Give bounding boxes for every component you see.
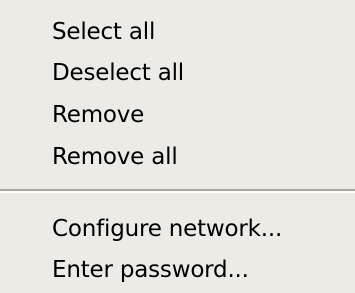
menu-item-select-all[interactable]: Select all	[0, 12, 355, 52]
menu-item-remove[interactable]: Remove	[0, 95, 355, 135]
menu-item-remove-all[interactable]: Remove all	[0, 137, 355, 177]
context-menu: Select all Deselect all Remove Remove al…	[0, 0, 355, 293]
menu-item-configure-network[interactable]: Configure network...	[0, 209, 355, 249]
menu-item-label: Remove all	[52, 144, 178, 170]
menu-item-label: Remove	[52, 102, 145, 128]
menu-item-label: Select all	[52, 19, 156, 45]
menu-item-label: Enter password...	[52, 257, 249, 283]
menu-item-label: Deselect all	[52, 60, 184, 86]
menu-separator	[0, 189, 355, 193]
menu-item-enter-password[interactable]: Enter password...	[0, 250, 355, 290]
menu-item-label: Configure network...	[52, 216, 283, 242]
menu-item-deselect-all[interactable]: Deselect all	[0, 53, 355, 93]
